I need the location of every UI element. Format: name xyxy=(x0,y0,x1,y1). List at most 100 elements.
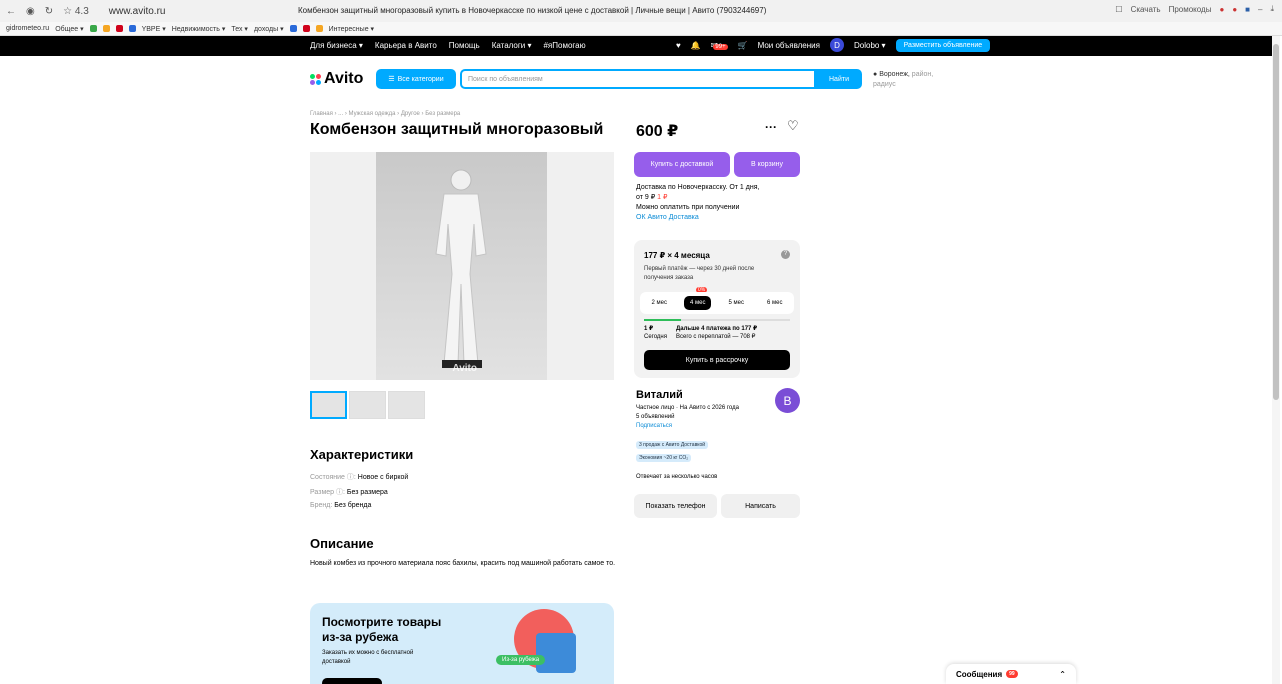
all-categories-button[interactable]: ☰ Все категории xyxy=(376,69,456,89)
browser-toolbar: ← ◉ ↻ ☆ 4.3 www.avito.ru Комбензон защит… xyxy=(0,0,1282,22)
promo-button[interactable] xyxy=(322,678,382,684)
shield-icon[interactable]: ◉ xyxy=(26,6,35,17)
messages-label: Сообщения xyxy=(956,669,1003,679)
favorite-icon[interactable]: ♡ xyxy=(787,118,799,134)
seller-ads-count[interactable]: 5 объявлений xyxy=(636,413,739,422)
messages-widget[interactable]: Сообщения 99 ⌃ xyxy=(946,664,1076,684)
more-options-icon[interactable]: ··· xyxy=(765,120,777,134)
char-value: Без бренда xyxy=(334,502,372,509)
promo-button[interactable]: Промокоды xyxy=(1169,5,1212,14)
reply-time: Отвечает за несколько часов xyxy=(636,474,718,480)
top-link-help[interactable]: Помощь xyxy=(449,41,480,50)
all-categories-label: Все категории xyxy=(397,75,444,83)
top-link-career[interactable]: Карьера в Авито xyxy=(375,41,437,50)
main-photo[interactable]: Avito xyxy=(376,152,547,380)
char-key: Бренд: xyxy=(310,502,333,509)
url-field[interactable]: www.avito.ru xyxy=(109,6,166,17)
bookmark-item[interactable]: Интересные ▾ xyxy=(329,25,374,33)
location-selector[interactable]: ● Воронеж, район, радиус xyxy=(873,70,943,90)
installment-next: Дальше 4 платежа по 177 ₽ Всего с перепл… xyxy=(676,325,757,341)
char-row-brand: Бренд: Без бренда xyxy=(310,502,371,509)
description-text: Новый комбез из прочного материала пояс … xyxy=(310,560,616,567)
reload-icon[interactable]: ↻ xyxy=(45,6,53,17)
show-phone-button[interactable]: Показать телефон xyxy=(634,494,717,518)
subscribe-link[interactable]: Подписаться xyxy=(636,422,739,431)
download-button[interactable]: Скачать xyxy=(1131,5,1161,14)
installment-option-6[interactable]: 6 мес xyxy=(761,296,788,310)
avito-delivery-link[interactable]: ОК Авито Доставка xyxy=(636,213,796,223)
notifications-icon[interactable]: 🔔 xyxy=(691,41,701,50)
bookmark-item[interactable]: gidrometeo.ru xyxy=(6,25,49,32)
avito-top-bar: Для бизнеса ▾ Карьера в Авито Помощь Кат… xyxy=(0,36,1272,56)
photo-gallery[interactable]: Avito xyxy=(310,152,614,380)
scrollbar-thumb[interactable] xyxy=(1273,44,1279,400)
help-icon[interactable]: ? xyxy=(781,250,790,259)
foreign-goods-banner[interactable]: Посмотрите товары из-за рубежа Заказать … xyxy=(310,603,614,684)
page-scrollbar[interactable] xyxy=(1272,36,1280,684)
bookmark-icon[interactable] xyxy=(302,25,310,32)
installment-progress-fill xyxy=(644,319,681,321)
bookmark-icon[interactable] xyxy=(115,25,123,32)
bookmark-icon[interactable] xyxy=(315,25,323,32)
seller-name[interactable]: Виталий xyxy=(636,389,683,401)
browser-right-tools: ☐ Скачать Промокоды ● ● ■ – ⤓ xyxy=(1115,4,1274,14)
thumbnail[interactable] xyxy=(349,391,386,419)
user-avatar[interactable]: D xyxy=(829,38,844,52)
breadcrumb[interactable]: Главная › ... › Мужская одежда › Другое … xyxy=(310,111,460,117)
description-heading: Описание xyxy=(310,536,374,551)
user-menu[interactable]: Dolobo ▾ xyxy=(854,41,886,50)
promo-heading-line: из-за рубежа xyxy=(322,630,399,644)
rating-label: ☆ 4.3 xyxy=(63,5,89,17)
chevron-up-icon[interactable]: ⌃ xyxy=(1059,670,1066,679)
minimize-icon[interactable]: – xyxy=(1258,5,1262,14)
bookmark-icon[interactable] xyxy=(289,25,297,32)
bookmark-item[interactable]: доходы ▾ xyxy=(254,25,284,33)
avito-logo[interactable]: Avito xyxy=(310,70,363,88)
seller-avatar[interactable]: В xyxy=(775,388,800,413)
extension-icon[interactable]: ■ xyxy=(1245,5,1250,14)
shopping-bag-icon xyxy=(536,633,576,673)
installment-option-4[interactable]: 4 мес xyxy=(684,296,712,310)
buy-with-delivery-button[interactable]: Купить с доставкой xyxy=(634,152,730,177)
download-icon[interactable]: ⤓ xyxy=(1270,4,1274,14)
post-ad-button[interactable]: Разместить объявление xyxy=(895,38,991,52)
bookmark-icon[interactable] xyxy=(102,25,110,32)
extension-icon[interactable]: ● xyxy=(1232,5,1237,14)
bookmark-icon[interactable]: ☐ xyxy=(1115,5,1122,14)
back-icon[interactable]: ← xyxy=(6,6,16,17)
thumbnail[interactable] xyxy=(310,391,347,419)
delivery-line: Доставка по Новочеркасску. От 1 дня, xyxy=(636,184,760,191)
logo-text: Avito xyxy=(324,70,364,87)
installment-card: 177 ₽ × 4 месяца ? Первый платёж — через… xyxy=(634,240,800,378)
my-ads-link[interactable]: Мои объявления xyxy=(758,41,820,50)
seller-chip-eco: Экономия ~20 кг CO₂ xyxy=(636,454,692,462)
installment-option-5[interactable]: 5 мес xyxy=(723,296,750,310)
top-link-help-hashtag[interactable]: #яПомогаю xyxy=(543,41,585,50)
bookmark-item[interactable]: Тех ▾ xyxy=(231,25,248,33)
thumbnail[interactable] xyxy=(388,391,425,419)
installment-subtext: Первый платёж — через 30 дней после полу… xyxy=(644,266,755,281)
location-city: Воронеж, xyxy=(879,71,910,78)
write-message-button[interactable]: Написать xyxy=(721,494,800,518)
search-input[interactable]: Поиск по объявлениям xyxy=(460,69,816,89)
menu-icon: ☰ xyxy=(388,76,395,83)
search-button[interactable]: Найти xyxy=(816,69,862,89)
bookmark-item[interactable]: Недвижимость ▾ xyxy=(172,25,226,33)
bookmark-icon[interactable] xyxy=(128,25,136,32)
favorites-icon[interactable]: ♥ xyxy=(676,41,681,50)
top-link-catalogs[interactable]: Каталоги ▾ xyxy=(492,41,532,50)
extension-icon[interactable]: ● xyxy=(1219,5,1224,14)
bookmark-icon[interactable] xyxy=(89,25,97,32)
bookmark-item[interactable]: YBPE ▾ xyxy=(142,25,166,33)
promo-text: Заказать их можно с бесплатной доставкой xyxy=(322,650,414,665)
cart-icon[interactable]: 🛒 xyxy=(738,41,748,50)
buy-installment-button[interactable]: Купить в рассрочку xyxy=(644,350,790,370)
promo-heading: Посмотрите товары из-за рубежа xyxy=(322,615,441,645)
seller-type: Частное лицо · На Авито с 2026 года xyxy=(636,405,739,411)
installment-option-2[interactable]: 2 мес xyxy=(646,296,673,310)
top-link-business[interactable]: Для бизнеса ▾ xyxy=(310,41,363,50)
messages-icon[interactable]: ✉99+ xyxy=(711,41,728,50)
bookmark-item[interactable]: Общее ▾ xyxy=(55,25,83,33)
add-to-cart-button[interactable]: В корзину xyxy=(734,152,800,177)
logo-dots-icon xyxy=(310,73,322,85)
